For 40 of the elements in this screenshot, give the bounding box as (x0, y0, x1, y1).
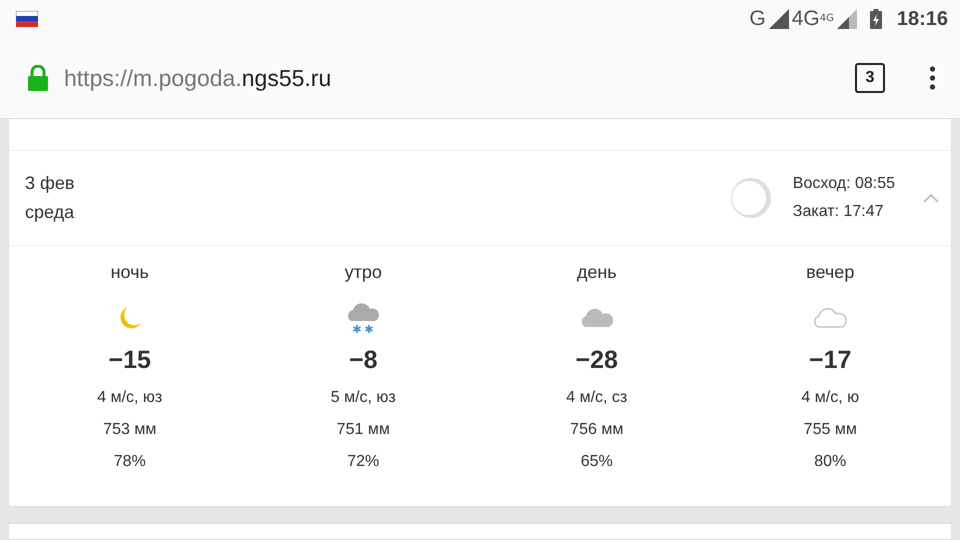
date-label: 3 фев (25, 173, 76, 194)
signal-icon (768, 9, 789, 29)
humidity-value: 72% (347, 452, 380, 472)
network-label: 4G (792, 7, 820, 31)
cloud-outline-icon (812, 308, 848, 328)
period-label: утро (344, 262, 382, 284)
url-text[interactable]: https://m.pogoda.ngs55.ru (64, 64, 855, 92)
lock-icon (28, 65, 48, 91)
weekday-label: среда (25, 202, 76, 223)
flag-icon (16, 11, 38, 27)
pressure-value: 756 мм (570, 420, 624, 440)
moon-icon (118, 306, 142, 330)
period-label: ночь (110, 262, 149, 284)
pressure-value: 753 мм (103, 420, 156, 440)
clock-time: 18:16 (896, 8, 948, 30)
network-sub-label: 4G (820, 13, 834, 24)
menu-icon[interactable] (929, 66, 936, 90)
signal-icon (836, 9, 857, 29)
wind-value: 5 м/с, юз (330, 388, 396, 408)
humidity-value: 80% (814, 452, 846, 472)
battery-icon (870, 9, 882, 29)
pressure-value: 755 мм (804, 420, 857, 440)
period-label: вечер (806, 262, 854, 284)
snow-cloud-icon (345, 301, 382, 335)
temperature-value: −8 (348, 346, 378, 376)
sunset-label: Закат: 17:47 (792, 203, 885, 221)
pressure-value: 751 мм (336, 420, 390, 440)
temperature-value: −17 (809, 346, 852, 376)
temperature-value: −28 (576, 346, 618, 376)
tab-count-button[interactable]: 3 (855, 63, 885, 93)
sunrise-label: Восход: 08:55 (792, 175, 895, 193)
period-label: день (576, 262, 617, 284)
wind-value: 4 м/с, юз (97, 388, 162, 408)
humidity-value: 78% (114, 452, 146, 472)
wind-value: 4 м/с, ю (801, 388, 860, 408)
temperature-value: −15 (108, 346, 151, 376)
wind-value: 4 м/с, сз (566, 388, 628, 408)
moon-phase-icon (728, 176, 773, 220)
network-label: G (749, 7, 766, 31)
humidity-value: 65% (580, 452, 613, 472)
